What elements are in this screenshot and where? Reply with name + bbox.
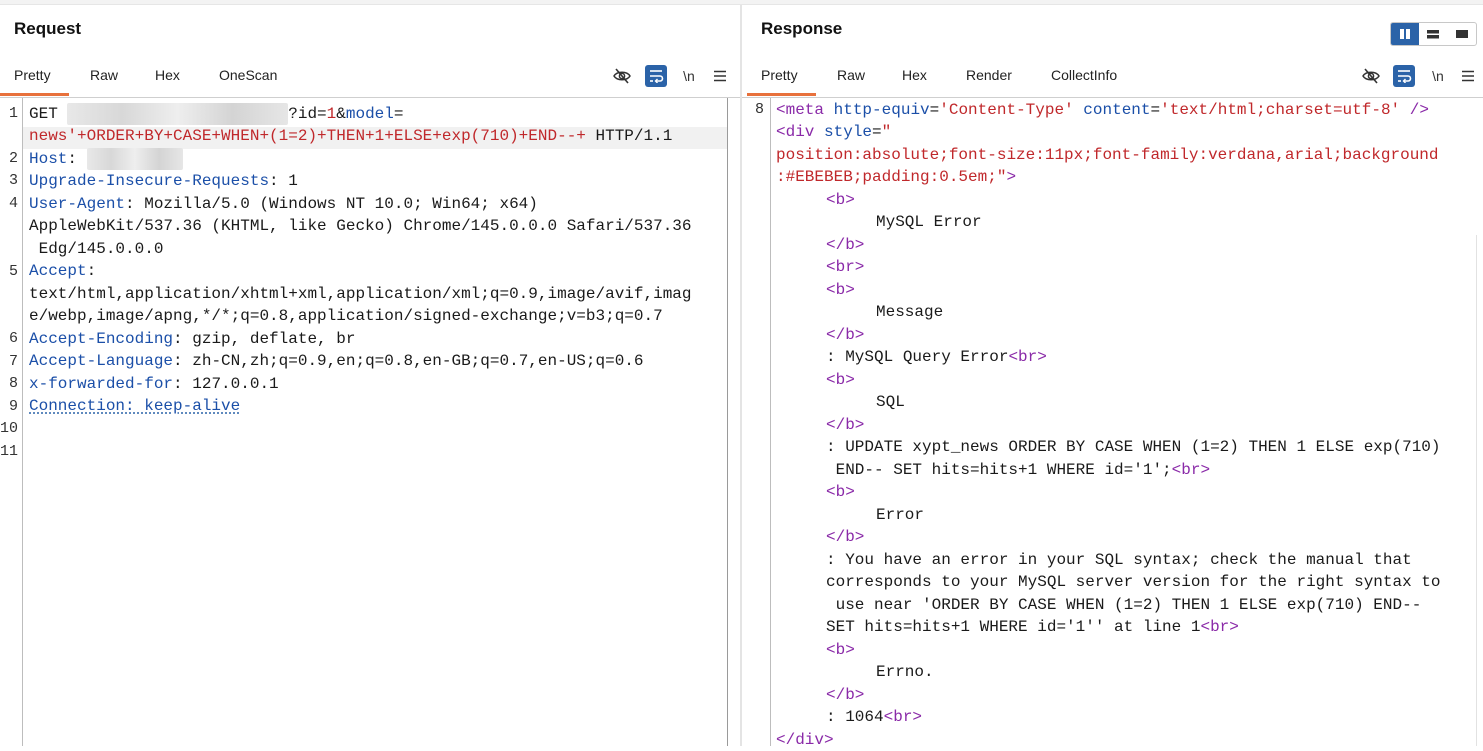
tab-request-hex[interactable]: Hex [155, 63, 180, 97]
b-close-tag: </b> [826, 234, 864, 256]
b-open-tag: <b> [826, 369, 855, 391]
line-number: 7 [0, 353, 18, 370]
response-editor[interactable]: 8 <meta http-equiv='Content-Type' conten… [742, 98, 1483, 746]
rows-icon [1427, 29, 1439, 39]
tab-response-pretty[interactable]: Pretty [761, 63, 798, 97]
header-x-forwarded-for: x-forwarded-for: 127.0.0.1 [29, 373, 279, 395]
tab-response-raw[interactable]: Raw [837, 63, 865, 97]
b-open-tag: <b> [826, 279, 855, 301]
tab-request-pretty[interactable]: Pretty [14, 63, 51, 97]
response-pane: Response Pretty Raw Hex Render CollectIn… [742, 5, 1483, 746]
meta-tag-line: <meta http-equiv='Content-Type' content=… [776, 99, 1429, 121]
line-number: 1 [0, 105, 18, 122]
sqli-payload: news'+ORDER+BY+CASE+WHEN+(1=2)+THEN+1+EL… [29, 127, 586, 145]
text-query-error: : MySQL Query Error<br> [826, 346, 1047, 368]
header-accept-wrap: text/html,application/xhtml+xml,applicat… [29, 283, 692, 305]
show-newlines-toggle[interactable]: \n [678, 65, 700, 87]
header-accept-encoding: Accept-Encoding: gzip, deflate, br [29, 328, 355, 350]
hide-nonprintable-toggle[interactable] [611, 65, 633, 87]
line-number: 8 [0, 375, 18, 392]
request-title: Request [14, 19, 81, 39]
line-number: 9 [0, 398, 18, 415]
layout-single-button[interactable] [1448, 23, 1476, 45]
line-number: 10 [0, 420, 18, 437]
eye-slash-icon [613, 68, 631, 84]
header-accept: Accept: [29, 260, 96, 282]
line-number: 6 [0, 330, 18, 347]
header-accept-language: Accept-Language: zh-CN,zh;q=0.9,en;q=0.8… [29, 350, 644, 372]
word-wrap-toggle[interactable] [645, 65, 667, 87]
text-update-query-wrap: END-- SET hits=hits+1 WHERE id='1';<br> [826, 459, 1210, 481]
columns-icon [1399, 29, 1411, 39]
div-open-line: <div style=" [776, 121, 891, 143]
text-errno: Errno. [876, 661, 934, 683]
b-open-tag: <b> [826, 189, 855, 211]
header-user-agent-wrap: Edg/145.0.0.0 [29, 238, 163, 260]
b-close-tag: </b> [826, 526, 864, 548]
text-syntax-error-wrap: use near 'ORDER BY CASE WHEN (1=2) THEN … [826, 594, 1421, 616]
show-newlines-toggle[interactable]: \n [1427, 65, 1449, 87]
line-number: 5 [0, 263, 18, 280]
text-syntax-error: : You have an error in your SQL syntax; … [826, 549, 1412, 571]
response-line-gutter: 8 [742, 98, 771, 746]
single-pane-icon [1456, 29, 1468, 39]
b-open-tag: <b> [826, 481, 855, 503]
eye-slash-icon [1362, 68, 1380, 84]
response-scrollbar[interactable] [1476, 235, 1483, 746]
layout-side-by-side-button[interactable] [1391, 23, 1419, 45]
request-line-gutter: 1 2 3 4 5 6 7 8 9 10 11 [0, 98, 23, 746]
line-number: 2 [0, 150, 18, 167]
tab-response-hex[interactable]: Hex [902, 63, 927, 97]
tab-request-onescan[interactable]: OneScan [219, 63, 277, 97]
menu-icon[interactable] [709, 65, 731, 87]
redacted-path: xxxxxxxxxxxxxxxxxxxxxxx [67, 103, 288, 125]
redacted-host: xxxxxxxxxx [87, 148, 183, 170]
div-close-tag: </div> [776, 729, 834, 751]
tab-request-raw[interactable]: Raw [90, 63, 118, 97]
request-pane: Request Pretty Raw Hex OneScan \n 1 2 3 … [0, 5, 741, 746]
text-sql: SQL [876, 391, 905, 413]
request-editor-edge [727, 98, 728, 746]
text-syntax-error-wrap: corresponds to your MySQL server version… [826, 571, 1441, 593]
text-error-code: : 1064<br> [826, 706, 922, 728]
text-message: Message [876, 301, 943, 323]
tab-response-render[interactable]: Render [966, 63, 1012, 97]
header-user-agent: User-Agent: Mozilla/5.0 (Windows NT 10.0… [29, 193, 538, 215]
text-error: Error [876, 504, 924, 526]
menu-icon[interactable] [1457, 65, 1479, 87]
header-accept-wrap: e/webp,image/apng,*/*;q=0.8,application/… [29, 305, 663, 327]
wrap-lines-icon [648, 69, 664, 83]
layout-toggle [1390, 22, 1477, 46]
word-wrap-toggle[interactable] [1393, 65, 1415, 87]
hide-nonprintable-toggle[interactable] [1360, 65, 1382, 87]
header-host: Host: xxxxxxxxxx [29, 148, 183, 170]
text-mysql-error: MySQL Error [876, 211, 982, 233]
header-connection: Connection: keep-alive [29, 395, 240, 417]
header-upgrade: Upgrade-Insecure-Requests: 1 [29, 170, 298, 192]
wrap-lines-icon [1396, 69, 1412, 83]
request-line-wrap: news'+ORDER+BY+CASE+WHEN+(1=2)+THEN+1+EL… [29, 125, 672, 147]
br-tag: <br> [826, 256, 864, 278]
http-method: GET [29, 105, 67, 123]
b-close-tag: </b> [826, 684, 864, 706]
b-close-tag: </b> [826, 414, 864, 436]
b-close-tag: </b> [826, 324, 864, 346]
tab-response-collectinfo[interactable]: CollectInfo [1051, 63, 1117, 97]
response-title: Response [761, 19, 842, 39]
layout-stacked-button[interactable] [1419, 23, 1447, 45]
request-editor[interactable]: 1 2 3 4 5 6 7 8 9 10 11 GET xxxxxxxxxxxx… [0, 98, 741, 746]
b-open-tag: <b> [826, 639, 855, 661]
div-style-value: position:absolute;font-size:11px;font-fa… [776, 144, 1439, 166]
line-number: 3 [0, 172, 18, 189]
div-style-value-end: :#EBEBEB;padding:0.5em;"> [776, 166, 1016, 188]
request-line: GET xxxxxxxxxxxxxxxxxxxxxxx?id=1&model= [29, 103, 404, 125]
line-number: 4 [0, 195, 18, 212]
text-update-query: : UPDATE xypt_news ORDER BY CASE WHEN (1… [826, 436, 1441, 458]
header-user-agent-wrap: AppleWebKit/537.36 (KHTML, like Gecko) C… [29, 215, 692, 237]
text-syntax-error-wrap: SET hits=hits+1 WHERE id='1'' at line 1<… [826, 616, 1239, 638]
line-number: 8 [742, 101, 764, 118]
line-number: 11 [0, 443, 18, 460]
